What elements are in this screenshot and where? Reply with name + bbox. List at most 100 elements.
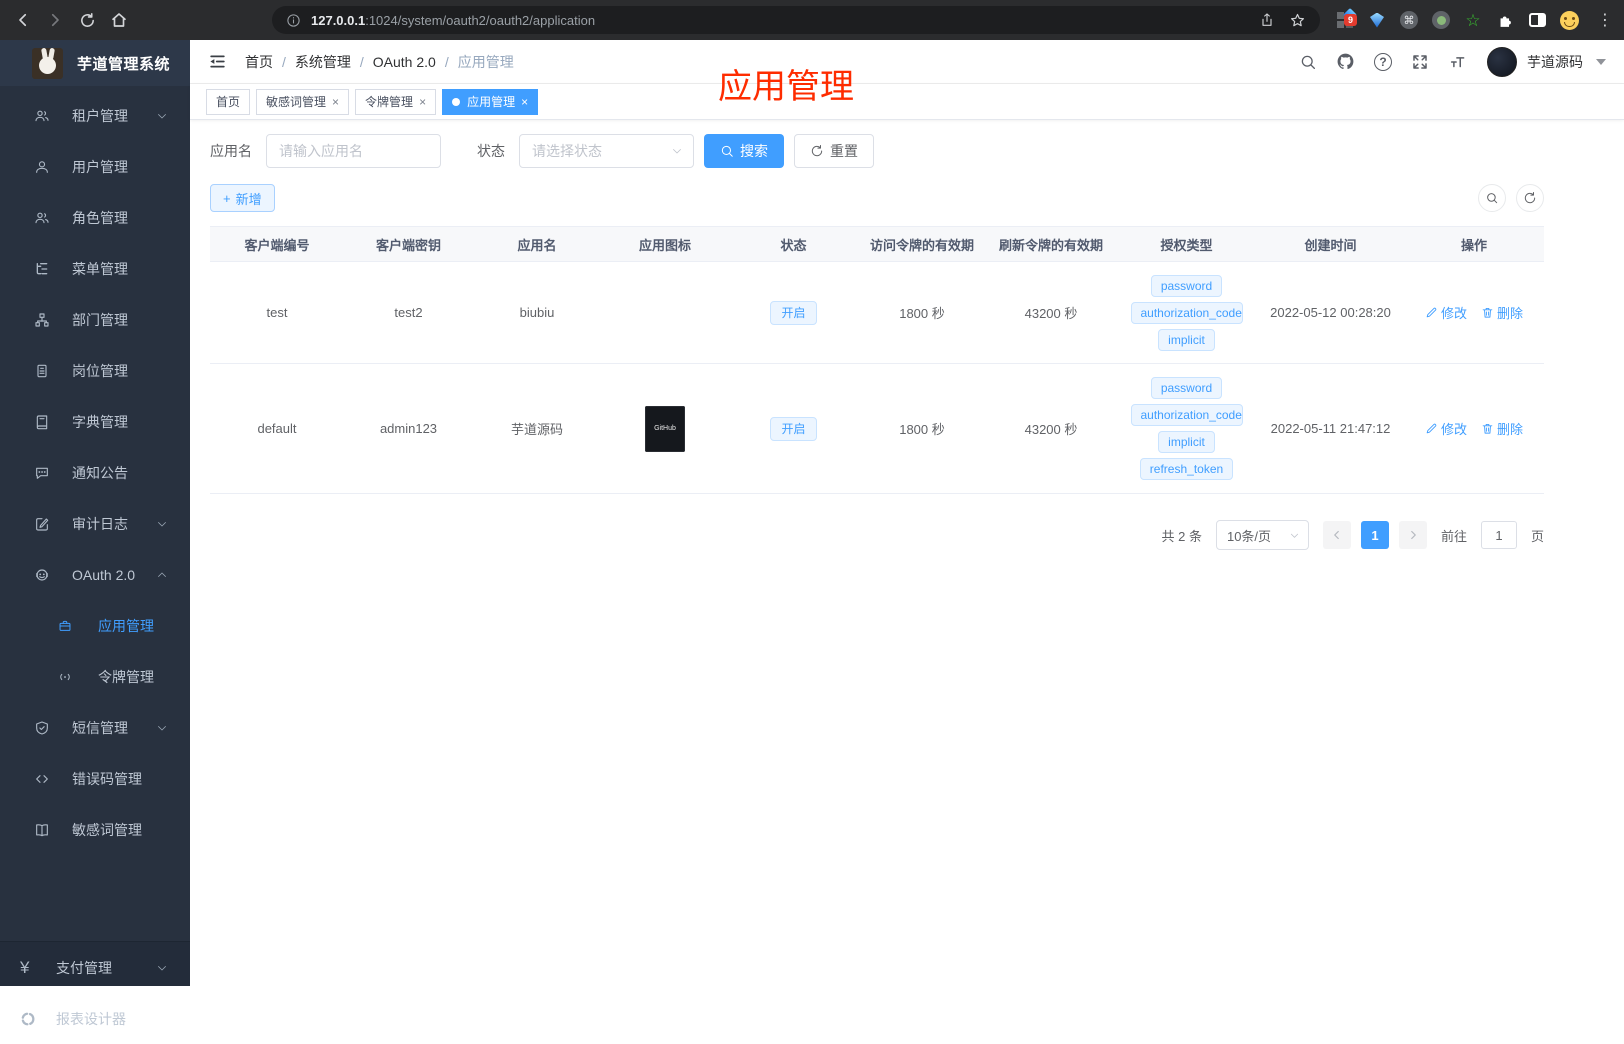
tab-close-icon[interactable]: × (521, 95, 528, 109)
tab-home[interactable]: 首页 (206, 89, 250, 115)
goto-label: 前往 (1441, 526, 1467, 545)
current-page[interactable]: 1 (1361, 521, 1389, 549)
status-badge: 开启 (770, 301, 816, 325)
extensions-puzzle-icon[interactable] (1490, 0, 1520, 40)
toggle-search-button[interactable] (1478, 184, 1506, 212)
tab-application[interactable]: 应用管理× (442, 89, 538, 115)
sidebar-item-pay[interactable]: ¥ 支付管理 (0, 942, 190, 993)
sidebar-item-dept[interactable]: 部门管理 (0, 294, 190, 345)
help-icon[interactable]: ? (1374, 53, 1392, 71)
created-time: 2022-05-11 21:47:12 (1257, 421, 1404, 436)
status-badge: 开启 (770, 417, 816, 441)
app-name-label: 应用名 (210, 141, 252, 161)
sidebar-item-dict[interactable]: 字典管理 (0, 396, 190, 447)
edit-button[interactable]: 修改 (1425, 303, 1467, 322)
app-name: 芋道源码 (473, 419, 601, 438)
back-icon[interactable] (8, 5, 38, 35)
sidebar-fold-icon[interactable] (208, 52, 227, 71)
breadcrumb-home[interactable]: 首页 (245, 52, 273, 72)
sidebar-item-oauth[interactable]: OAuth 2.0 (0, 549, 190, 600)
sidebar: 芋道管理系统 租户管理 用户管理 角色管理 菜单管理 部门管理 岗位管理 (0, 40, 190, 986)
table-row: test test2 biubiu 开启 1800 秒 43200 秒 pass… (210, 262, 1544, 364)
user-name[interactable]: 芋道源码 (1527, 52, 1583, 72)
extension-record-icon[interactable] (1426, 0, 1456, 40)
sidebar-item-tenant[interactable]: 租户管理 (0, 90, 190, 141)
sidebar-item-audit-log[interactable]: 审计日志 (0, 498, 190, 549)
app-icon-image: GitHub (645, 406, 685, 452)
status-select[interactable]: 请选择状态 (519, 134, 694, 168)
robot-icon (34, 567, 50, 583)
forward-icon[interactable] (40, 5, 70, 35)
extension-emoji-icon[interactable] (1554, 0, 1584, 40)
sidebar-item-menu[interactable]: 菜单管理 (0, 243, 190, 294)
github-icon[interactable] (1336, 52, 1355, 71)
sidebar-item-user[interactable]: 用户管理 (0, 141, 190, 192)
site-info-icon[interactable] (286, 13, 301, 28)
next-page-button[interactable] (1399, 521, 1427, 549)
sidebar-item-role[interactable]: 角色管理 (0, 192, 190, 243)
table-toolbar: + 新增 (210, 184, 1544, 212)
total-count: 共 2 条 (1162, 526, 1202, 545)
chevron-up-icon (156, 569, 172, 581)
edit-log-icon (34, 516, 50, 532)
extension-gem-icon[interactable] (1362, 0, 1392, 40)
search-icon[interactable] (1299, 53, 1317, 71)
edit-button[interactable]: 修改 (1425, 419, 1467, 438)
font-size-icon[interactable] (1448, 53, 1468, 71)
sidebar-item-oauth-application[interactable]: 应用管理 (0, 600, 190, 651)
navbar-actions: ? 芋道源码 (1299, 47, 1606, 77)
url-bar[interactable]: 127.0.0.1:1024/system/oauth2/oauth2/appl… (272, 6, 1320, 34)
goto-page-input[interactable] (1481, 521, 1517, 549)
tab-close-icon[interactable]: × (419, 95, 426, 109)
app-logo (32, 48, 63, 79)
table-row: default admin123 芋道源码 GitHub 开启 1800 秒 4… (210, 364, 1544, 494)
extension-badge: 9 (1344, 14, 1357, 26)
grant-types: password authorization_code implicit (1116, 275, 1257, 351)
breadcrumb-system[interactable]: 系统管理 (295, 52, 351, 72)
sidebar-item-sensitive-word[interactable]: 敏感词管理 (0, 804, 190, 855)
top-navbar: 首页 / 系统管理 / OAuth 2.0 / 应用管理 ? 芋道源码 (190, 40, 1624, 84)
trash-icon (1481, 306, 1494, 319)
tab-token[interactable]: 令牌管理× (355, 89, 436, 115)
sidebar-item-notice[interactable]: 通知公告 (0, 447, 190, 498)
avatar[interactable] (1487, 47, 1517, 77)
browser-toolbar: 127.0.0.1:1024/system/oauth2/oauth2/appl… (0, 0, 1624, 40)
app-logo-row[interactable]: 芋道管理系统 (0, 40, 190, 86)
tab-sensitive-word[interactable]: 敏感词管理× (256, 89, 349, 115)
sidebar-item-error-code[interactable]: 错误码管理 (0, 753, 190, 804)
sidebar-item-sms[interactable]: 短信管理 (0, 702, 190, 753)
extension-grid-icon[interactable]: 9 (1330, 0, 1360, 40)
user-icon (34, 159, 50, 175)
breadcrumb-current: 应用管理 (458, 52, 514, 72)
breadcrumb: 首页 / 系统管理 / OAuth 2.0 / 应用管理 (245, 52, 514, 72)
share-icon[interactable] (1259, 12, 1275, 28)
trash-icon (1481, 422, 1494, 435)
search-button[interactable]: 搜索 (704, 134, 784, 168)
breadcrumb-oauth[interactable]: OAuth 2.0 (373, 54, 436, 70)
delete-button[interactable]: 删除 (1481, 303, 1523, 322)
bookmark-star-icon[interactable] (1289, 12, 1306, 29)
tab-close-icon[interactable]: × (332, 95, 339, 109)
extension-star-icon[interactable]: ☆ (1458, 0, 1488, 40)
browser-menu-icon[interactable]: ⋮ (1590, 0, 1620, 40)
reset-button[interactable]: 重置 (794, 134, 874, 168)
home-icon[interactable] (104, 5, 134, 35)
page-size-select[interactable]: 10条/页 (1216, 520, 1309, 550)
sidebar-item-oauth-token[interactable]: 令牌管理 (0, 651, 190, 702)
caret-down-icon[interactable] (1596, 59, 1606, 65)
delete-button[interactable]: 删除 (1481, 419, 1523, 438)
refresh-table-button[interactable] (1516, 184, 1544, 212)
chevron-down-icon (156, 722, 172, 734)
fullscreen-icon[interactable] (1411, 53, 1429, 71)
app-name-input[interactable] (266, 134, 441, 168)
org-tree-icon (34, 312, 50, 328)
sidebar-item-post[interactable]: 岗位管理 (0, 345, 190, 396)
side-panel-icon[interactable] (1522, 0, 1552, 40)
reload-icon[interactable] (72, 5, 102, 35)
extension-command-icon[interactable]: ⌘ (1394, 0, 1424, 40)
prev-page-button[interactable] (1323, 521, 1351, 549)
add-button[interactable]: + 新增 (210, 184, 275, 212)
open-book-icon (34, 822, 50, 838)
client-secret: test2 (344, 305, 473, 320)
sidebar-item-report-designer[interactable]: 报表设计器 (0, 993, 190, 1044)
